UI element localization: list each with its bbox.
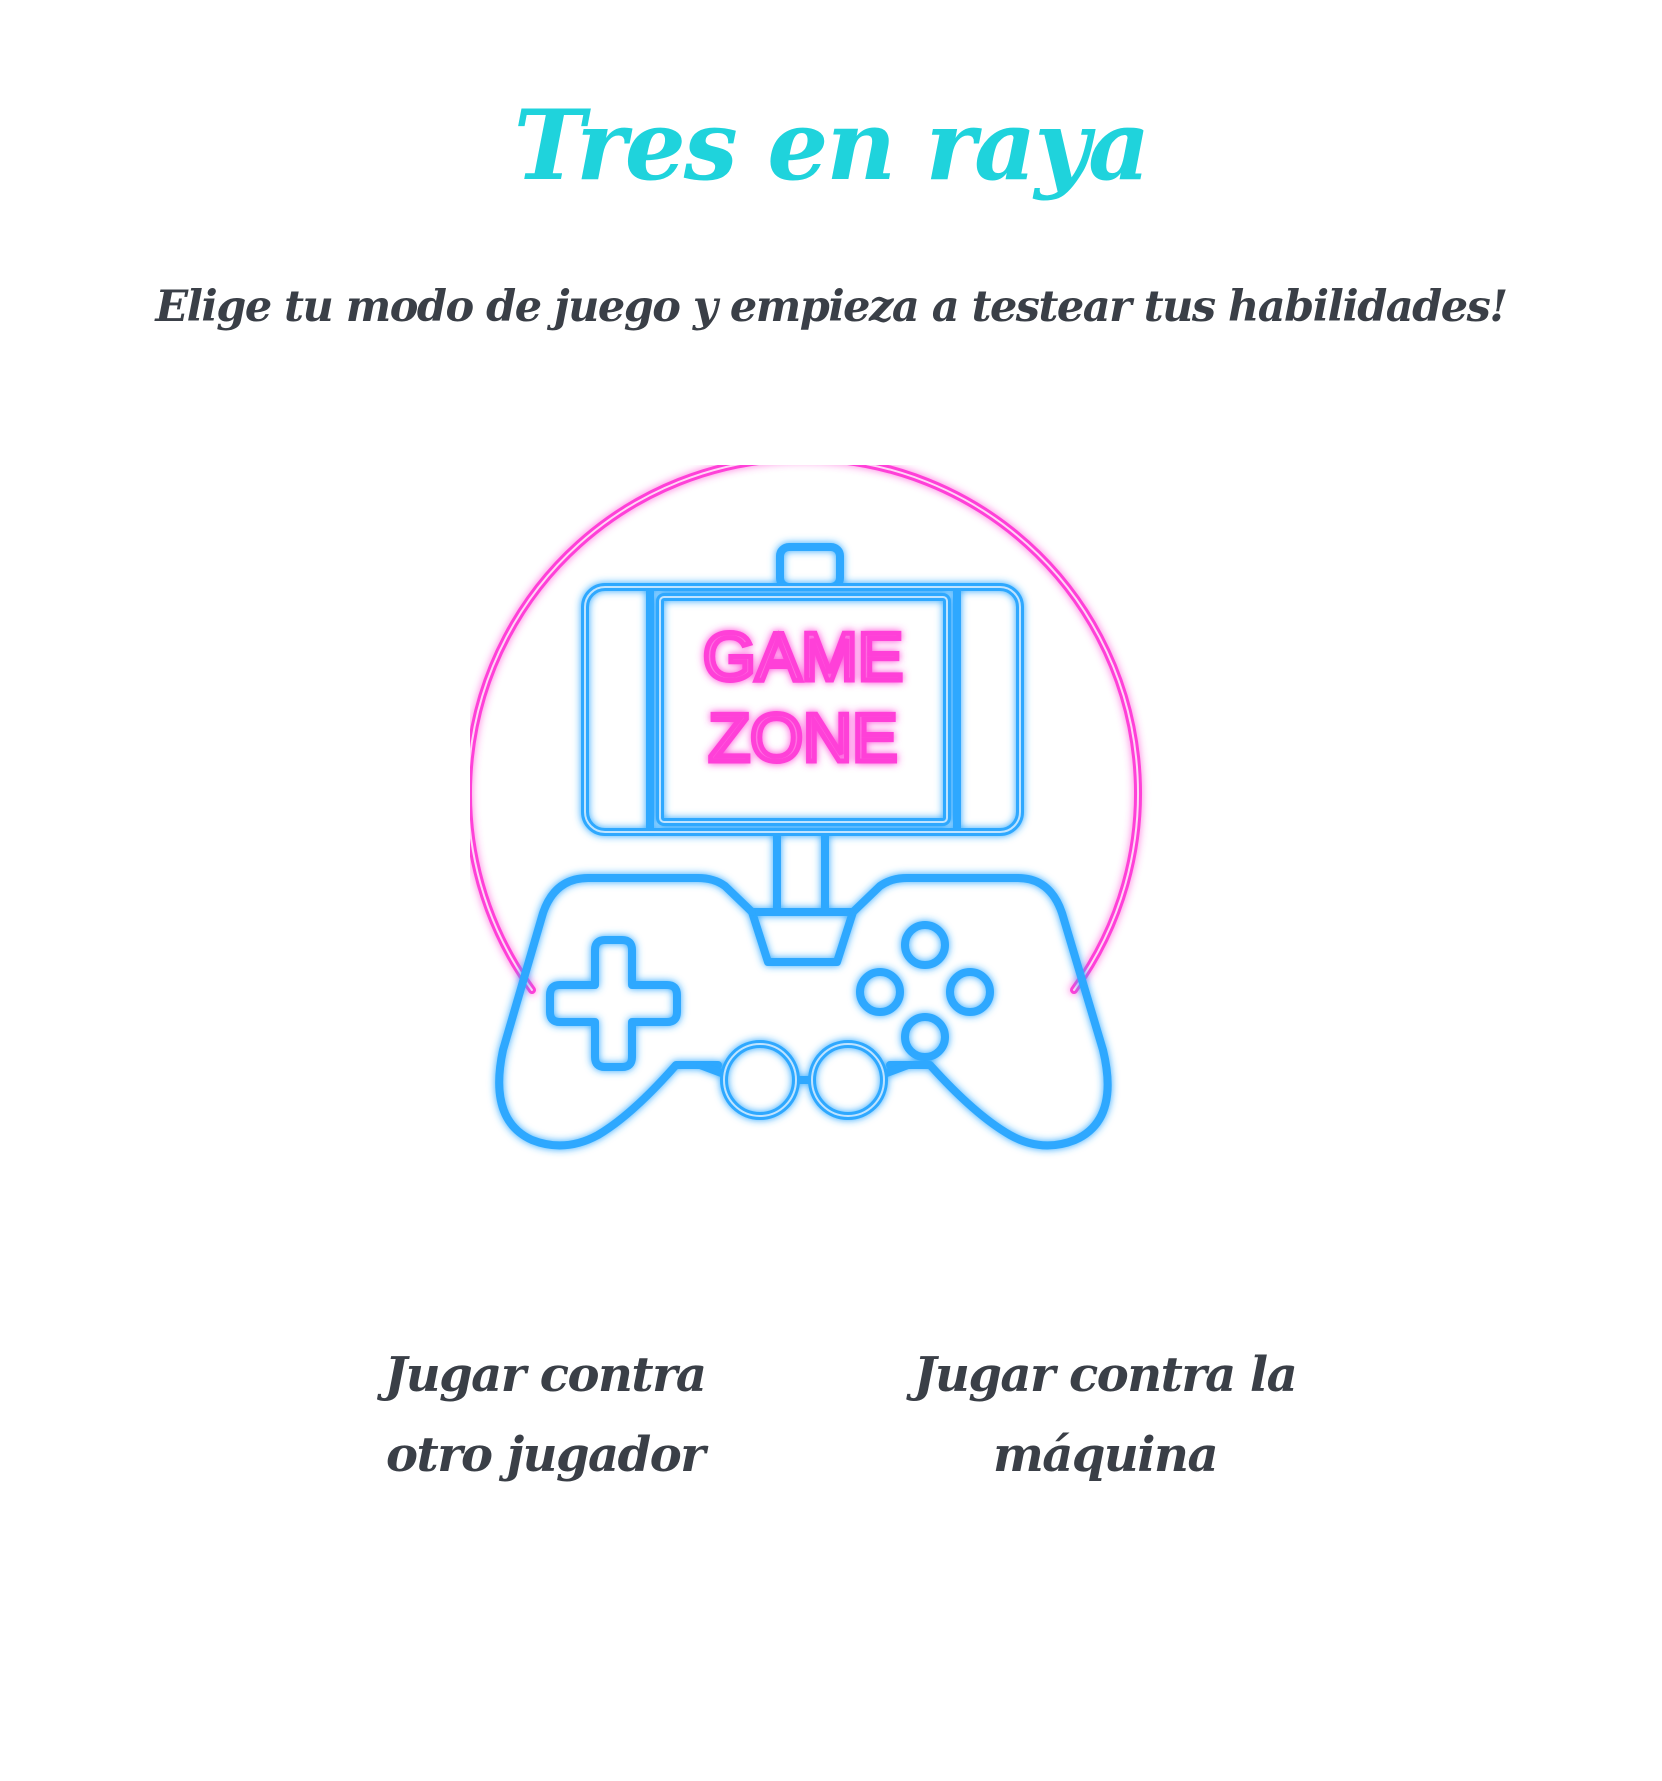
page-subtitle: Elige tu modo de juego y empieza a teste… xyxy=(155,282,1508,332)
play-vs-player-button[interactable]: Jugar contra otro jugador xyxy=(335,1335,755,1495)
game-zone-logo-icon: GAME ZONE xyxy=(470,465,1142,1150)
game-zone-text: GAME ZONE xyxy=(700,617,905,779)
logo-line-game: GAME xyxy=(703,619,903,695)
page-title: Tres en raya xyxy=(513,89,1151,202)
logo-line-zone: ZONE xyxy=(709,700,898,776)
play-vs-machine-button[interactable]: Jugar contra la máquina xyxy=(895,1335,1315,1495)
